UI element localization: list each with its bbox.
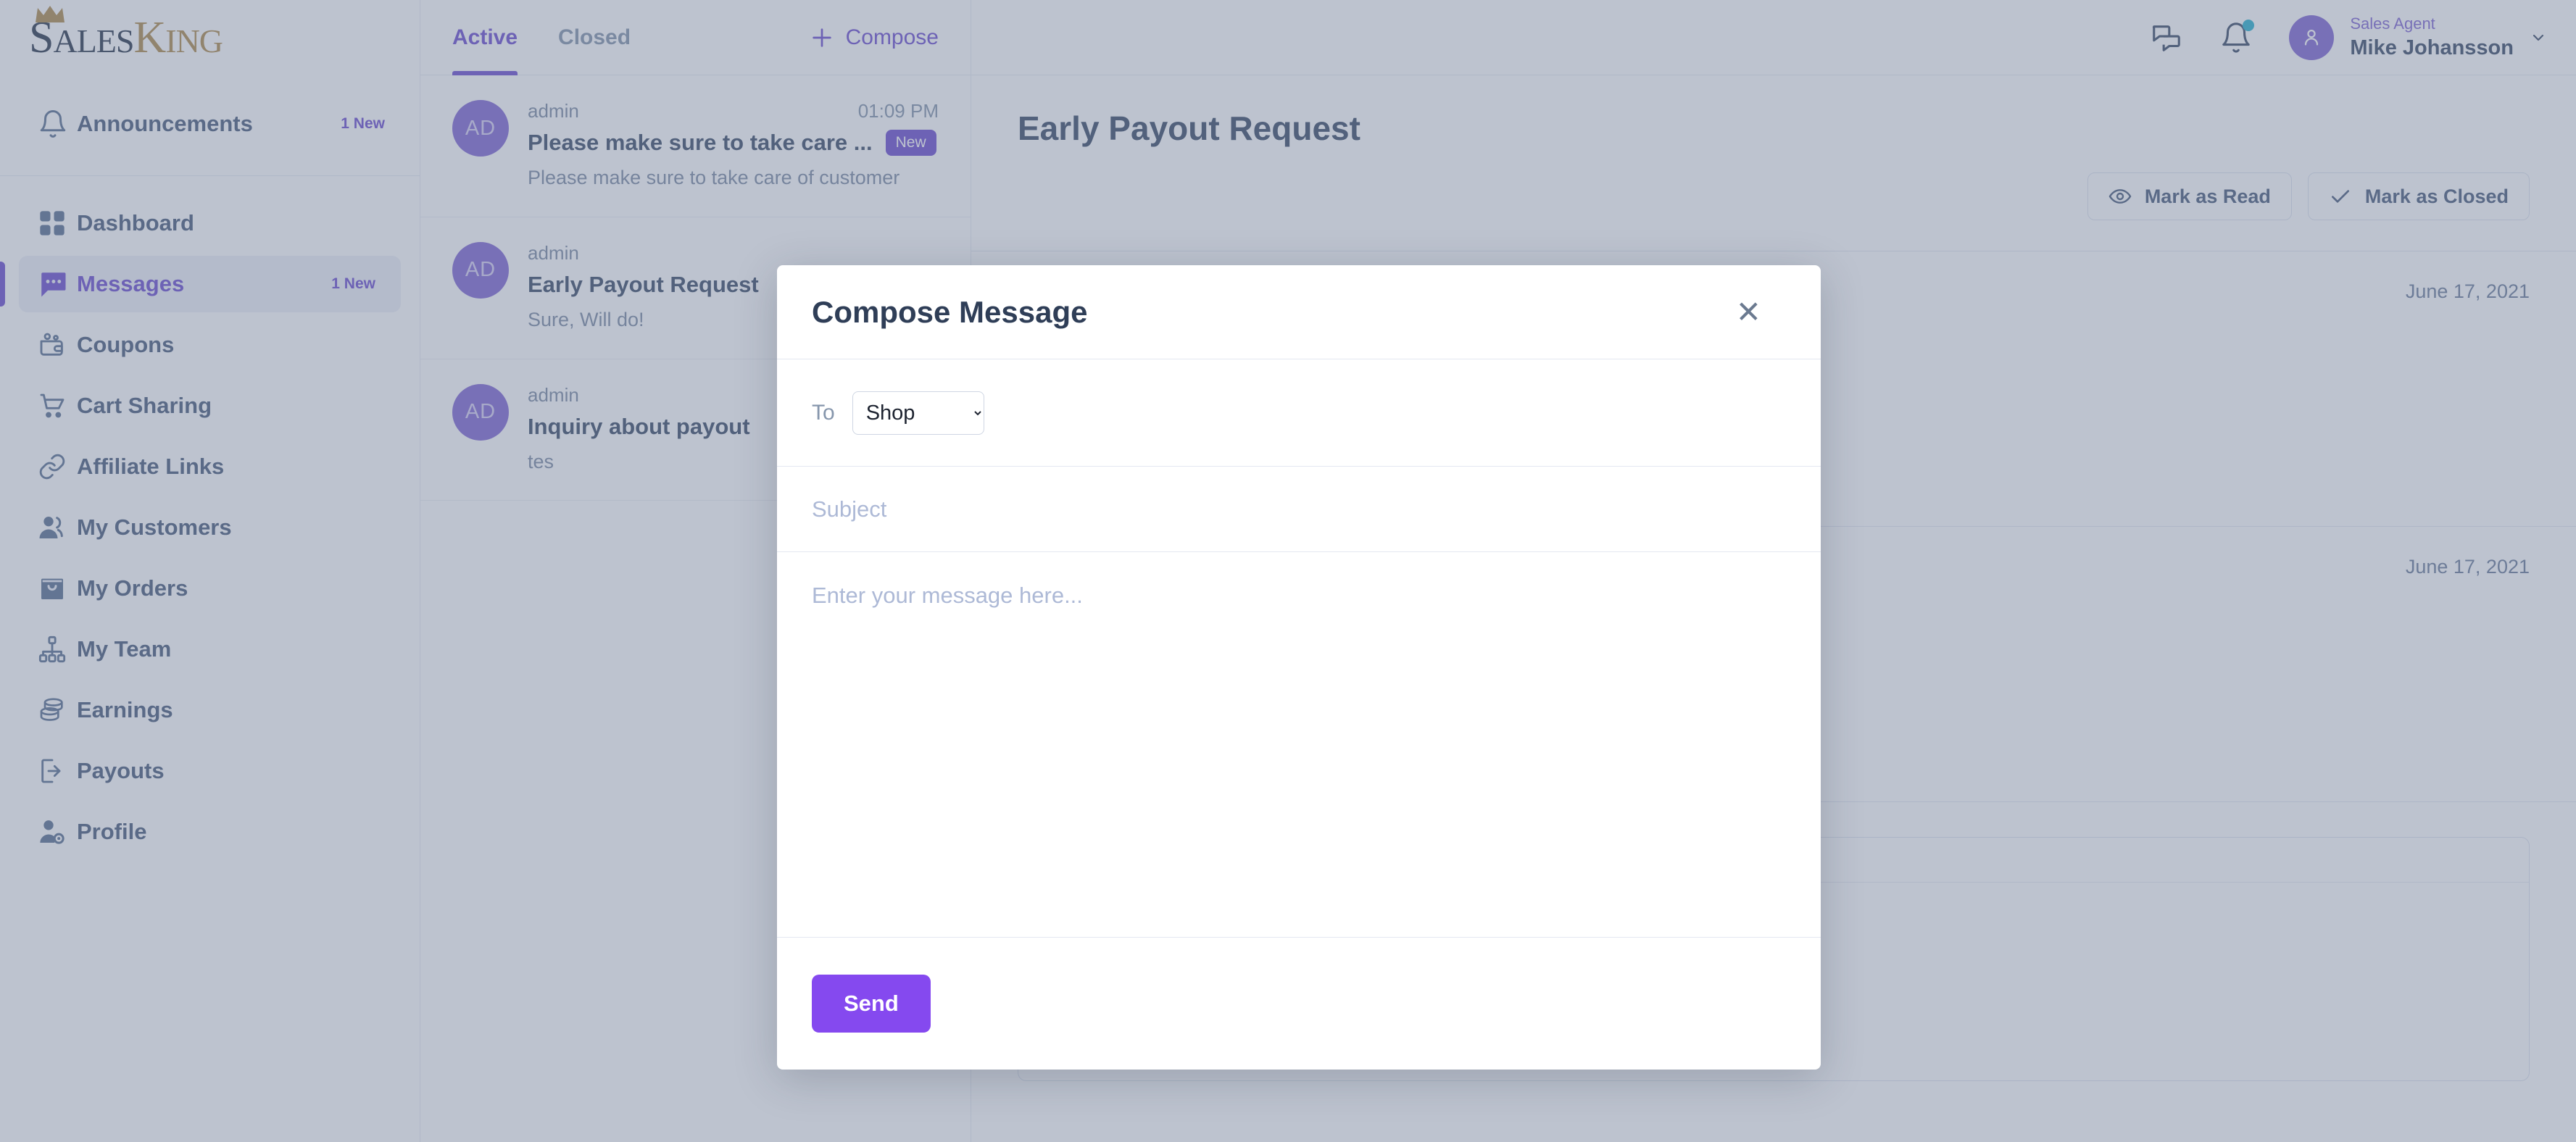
close-icon[interactable]: ✕ [1736,296,1761,328]
compose-message-modal: Compose Message ✕ To Shop Send [777,265,1821,1070]
send-button[interactable]: Send [812,975,931,1033]
app-root: SALESKING Announcements 1 New Dashboard … [0,0,2576,1142]
to-label: To [812,400,835,425]
subject-input[interactable] [812,496,1786,522]
modal-footer: Send [777,938,1821,1070]
message-body-input[interactable] [812,580,1786,909]
modal-subject-row [777,467,1821,552]
modal-body-row [777,552,1821,938]
recipient-select[interactable]: Shop [852,391,984,435]
modal-title: Compose Message [812,294,1088,329]
modal-header: Compose Message ✕ [777,265,1821,359]
modal-to-row: To Shop [777,359,1821,467]
